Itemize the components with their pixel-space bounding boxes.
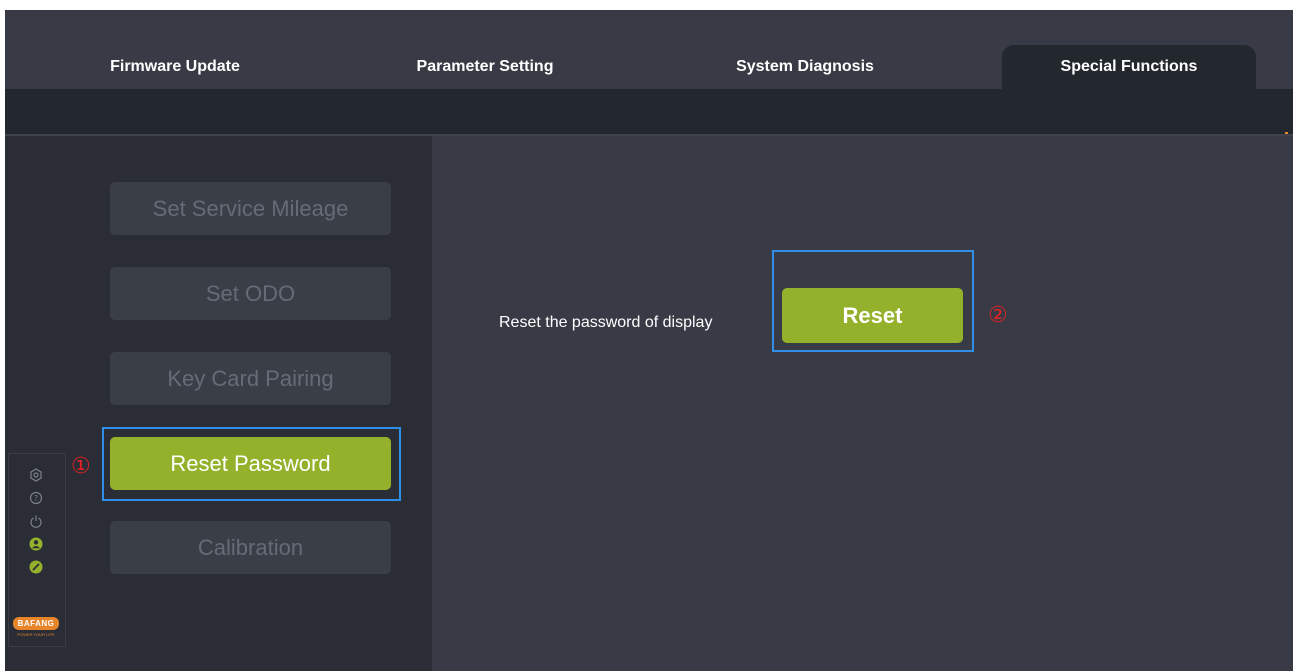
tab-parameter-setting[interactable]: Parameter Setting: [375, 45, 595, 89]
menu-item-label: Set Service Mileage: [152, 195, 349, 221]
help-icon[interactable]: ?: [29, 491, 43, 505]
bafang-logo: BAFANG: [13, 617, 59, 630]
reset-button[interactable]: Reset: [782, 288, 963, 343]
tab-label: Firmware Update: [110, 58, 240, 75]
link-icon[interactable]: [29, 560, 43, 574]
menu-item-label: Set ODO: [205, 280, 296, 306]
power-icon[interactable]: [29, 514, 43, 528]
special-functions-content: Reset the password of display Reset ②: [432, 136, 1293, 671]
app-window: Firmware Update Parameter Setting System…: [5, 10, 1293, 671]
menu-item-label: Calibration: [197, 534, 304, 560]
step-1-marker: ①: [71, 454, 91, 479]
reset-password-button[interactable]: Reset Password: [110, 437, 391, 490]
accent-mark: [1285, 132, 1288, 134]
menu-item-label: Reset Password: [170, 450, 331, 476]
set-odo-button[interactable]: Set ODO: [110, 267, 391, 320]
tab-label: System Diagnosis: [736, 58, 874, 75]
set-service-mileage-button[interactable]: Set Service Mileage: [110, 182, 391, 235]
settings-icon[interactable]: [29, 468, 43, 482]
tab-special-functions[interactable]: Special Functions: [1002, 45, 1256, 89]
key-card-pairing-button[interactable]: Key Card Pairing: [110, 352, 391, 405]
svg-text:?: ?: [34, 494, 38, 503]
tab-system-diagnosis[interactable]: System Diagnosis: [695, 45, 915, 89]
side-icon-strip: ? BAFANG POWER YOUR LIFE: [8, 453, 66, 647]
function-menu-panel: Set Service Mileage Set ODO Key Card Pai…: [5, 136, 432, 671]
bafang-tagline: POWER YOUR LIFE: [17, 632, 55, 637]
user-icon[interactable]: [29, 537, 43, 551]
reset-description: Reset the password of display: [499, 314, 713, 331]
tab-firmware-update[interactable]: Firmware Update: [65, 45, 285, 89]
menu-item-label: Key Card Pairing: [167, 365, 334, 391]
sub-header-bar: [5, 89, 1293, 134]
step-2-marker: ②: [988, 303, 1008, 328]
tab-label: Special Functions: [1060, 58, 1198, 75]
tab-bar: Firmware Update Parameter Setting System…: [5, 10, 1293, 89]
calibration-button[interactable]: Calibration: [110, 521, 391, 574]
tab-label: Parameter Setting: [416, 58, 554, 75]
